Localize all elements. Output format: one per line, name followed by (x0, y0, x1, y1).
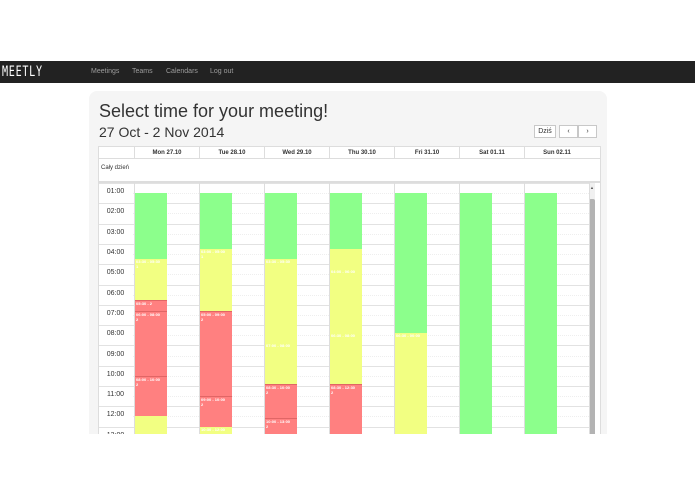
block-time-label: 08:00 - 10:00 2 (136, 376, 161, 387)
hour-gridline (99, 183, 589, 184)
availability-block-partial[interactable]: 03:30 - 05:30 1 (135, 259, 167, 300)
nav-link-meetings[interactable]: Meetings (91, 67, 119, 77)
block-time-label: 03:00 - 05:00 1 (201, 248, 226, 259)
block-time-label: 06:00 - 08:00 2 (136, 311, 161, 322)
availability-block-busy[interactable]: 08:30 - 12:30 2 (330, 383, 362, 434)
availability-block-partial[interactable]: 06:30 - 00:00 (395, 333, 427, 434)
hour-label: 01:00 (106, 188, 125, 196)
all-day-row[interactable]: Cały dzień (99, 159, 600, 183)
day-header-fri: Fri 31.10 (394, 147, 459, 158)
availability-block-partial[interactable]: 06:30 - 08:00 (330, 333, 362, 384)
block-time-label: 07:00 - 08:00 (266, 343, 291, 349)
hour-label: 13:00 (99, 432, 132, 434)
nav-link-logout[interactable]: Log out (210, 67, 233, 77)
day-header-tue: Tue 28.10 (199, 147, 264, 158)
page-title: Select time for your meeting! (99, 101, 329, 121)
date-range: 27 Oct - 2 Nov 2014 (99, 124, 225, 140)
availability-block-partial[interactable] (135, 416, 167, 434)
availability-block-partial[interactable]: 03:30 - 05:30 (265, 259, 297, 344)
hour-label: 06:00 (106, 289, 125, 297)
hour-label: 12:00 (106, 411, 125, 419)
block-time-label: 08:30 - 12:30 2 (331, 384, 356, 395)
day-header-sat: Sat 01.11 (459, 147, 524, 158)
hour-label: 11:00 (107, 391, 124, 399)
nav-link-calendars[interactable]: Calendars (166, 67, 198, 77)
block-time-label: 05:00 - 09:00 2 (201, 311, 226, 322)
hour-label: 09:00 (106, 350, 125, 358)
block-time-label: 08:30 - 10:00 2 (266, 384, 291, 395)
availability-block-free[interactable] (200, 193, 232, 249)
availability-block-partial[interactable] (330, 248, 362, 270)
availability-block-free[interactable] (135, 193, 167, 260)
availability-block-busy[interactable]: 06:00 - 08:00 2 (135, 310, 167, 377)
top-navbar: MEETLY Meetings Teams Calendars Log out (0, 61, 695, 83)
block-time-label: 09:00 - 10:00 2 (201, 397, 226, 408)
block-time-label: 05:30 - 2 (136, 300, 153, 306)
hour-label: 07:00 (106, 309, 125, 317)
block-time-label: 04:00 - 06:00 (331, 269, 356, 275)
all-day-label: Cały dzień (101, 165, 130, 171)
calendar-header: Mon 27.10 Tue 28.10 Wed 29.10 Thu 30.10 … (99, 147, 600, 159)
availability-block-free[interactable] (525, 193, 557, 434)
block-time-label: 06:30 - 00:00 (396, 333, 421, 339)
availability-block-partial[interactable]: 04:00 - 06:00 (330, 269, 362, 334)
next-week-button[interactable]: › (578, 125, 597, 138)
hour-label: 05:00 (106, 269, 125, 277)
block-time-label: 10:30 - 12:00 (201, 426, 226, 432)
week-calendar: Mon 27.10 Tue 28.10 Wed 29.10 Thu 30.10 … (98, 146, 601, 434)
hour-label: 03:00 (106, 228, 125, 236)
day-header-thu: Thu 30.10 (329, 147, 394, 158)
availability-block-busy[interactable]: 05:00 - 09:00 2 (200, 310, 232, 398)
block-time-label: 10:00 - 13:00 2 (266, 419, 291, 430)
day-column-divider (589, 183, 590, 434)
availability-block-free[interactable] (265, 193, 297, 260)
availability-block-partial[interactable]: 03:00 - 05:00 1 (200, 248, 232, 311)
block-time-label: 03:30 - 05:30 (266, 259, 291, 265)
availability-block-partial[interactable]: 07:00 - 08:00 (265, 343, 297, 384)
hour-label: 02:00 (106, 208, 125, 216)
chevron-right-icon: › (586, 128, 589, 135)
availability-block-free[interactable] (460, 193, 492, 434)
availability-block-busy[interactable]: 08:00 - 10:00 2 (135, 375, 167, 418)
availability-block-free[interactable] (330, 193, 362, 249)
availability-block-busy[interactable]: 09:00 - 10:00 2 (200, 396, 232, 428)
day-header-wed: Wed 29.10 (264, 147, 329, 158)
availability-block-partial[interactable]: 10:30 - 12:00 (200, 426, 232, 434)
availability-block-free[interactable] (395, 193, 427, 334)
prev-week-button[interactable]: ‹ (559, 125, 578, 138)
hour-label: 04:00 (106, 249, 125, 257)
block-time-label: 03:30 - 05:30 1 (136, 259, 161, 270)
today-button[interactable]: Dziś (534, 125, 556, 138)
block-time-label: 06:30 - 08:00 (331, 333, 356, 339)
day-header-mon: Mon 27.10 (134, 147, 199, 158)
nav-link-teams[interactable]: Teams (132, 67, 153, 77)
meeting-panel: Select time for your meeting! 27 Oct - 2… (89, 91, 607, 434)
hour-label: 10:00 (106, 370, 125, 378)
hour-label: 08:00 (106, 330, 125, 338)
chevron-left-icon: ‹ (567, 128, 570, 135)
meetly-logo[interactable]: MEETLY (2, 64, 43, 80)
availability-block-busy[interactable]: 10:00 - 13:00 2 (265, 418, 297, 434)
time-grid[interactable]: ▲ 01:00 02:00 03:00 04:00 05:00 06:00 07:00 08:… (99, 183, 600, 434)
day-header-sun: Sun 02.11 (524, 147, 589, 158)
availability-block-busy[interactable]: 08:30 - 10:00 2 (265, 383, 297, 420)
